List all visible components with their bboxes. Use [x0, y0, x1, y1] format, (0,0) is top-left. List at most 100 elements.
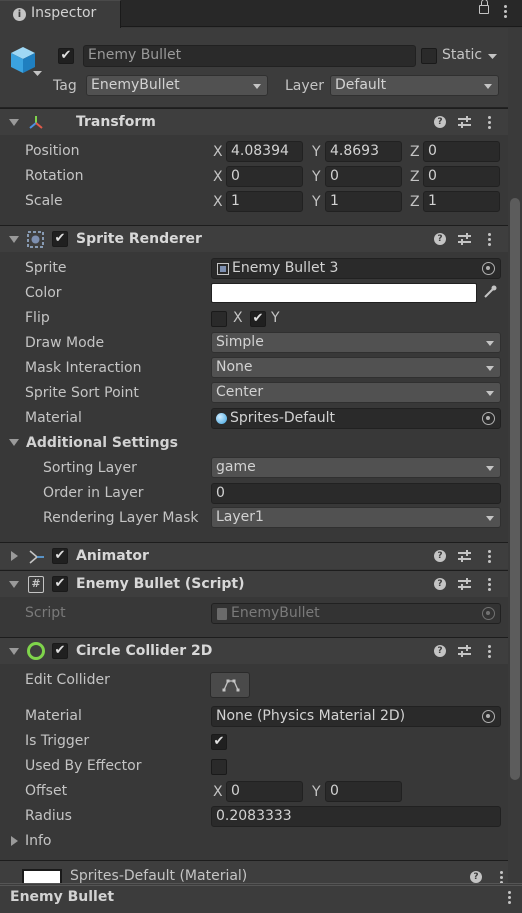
tab-inspector[interactable]: i Inspector [0, 0, 121, 28]
component-title: Circle Collider 2D [76, 643, 213, 659]
help-icon[interactable]: ? [434, 645, 446, 657]
circle-collider-header[interactable]: ✔ Circle Collider 2D ? [0, 637, 522, 664]
scale-label: Scale [25, 193, 63, 209]
mask-interaction-dropdown[interactable]: None [211, 357, 501, 378]
flip-x-label[interactable]: X [233, 310, 243, 326]
static-label[interactable]: Static [442, 47, 482, 63]
script-header[interactable]: # ✔ Enemy Bullet (Script) ? [0, 570, 522, 597]
component-menu-icon[interactable] [488, 578, 491, 591]
edit-collider-button[interactable] [210, 672, 250, 698]
tab-label: Inspector [31, 5, 97, 21]
physics-material-field[interactable]: None (Physics Material 2D) [211, 706, 501, 727]
component-menu-icon[interactable] [488, 550, 491, 563]
used-by-effector-checkbox[interactable] [211, 759, 227, 775]
active-checkbox[interactable]: ✔ [58, 48, 74, 64]
axis-y-label[interactable]: Y [312, 194, 321, 210]
foldout-arrow-icon[interactable] [9, 236, 19, 243]
foldout-arrow-icon[interactable] [11, 551, 18, 561]
axis-x-label[interactable]: X [213, 194, 223, 210]
foldout-arrow-icon[interactable] [9, 119, 19, 126]
component-menu-icon[interactable] [488, 233, 491, 246]
foldout-arrow-icon[interactable] [11, 836, 18, 846]
offset-x-input[interactable]: 0 [226, 781, 303, 802]
position-z-input[interactable]: 0 [423, 141, 500, 162]
radius-input[interactable]: 0.2083333 [211, 806, 501, 827]
gameobject-name-input[interactable]: Enemy Bullet [83, 45, 416, 67]
foldout-arrow-icon[interactable] [9, 439, 19, 447]
order-in-layer-input[interactable]: 0 [211, 483, 501, 504]
flip-x-checkbox[interactable] [211, 311, 227, 327]
lock-icon[interactable] [479, 0, 489, 14]
rotation-z-input[interactable]: 0 [423, 166, 500, 187]
scrollbar-thumb[interactable] [510, 198, 520, 780]
component-menu-icon[interactable] [488, 645, 491, 658]
foldout-arrow-icon[interactable] [9, 648, 19, 655]
transform-header[interactable]: Transform ? [0, 108, 522, 135]
footer-menu-icon[interactable] [508, 891, 511, 904]
presets-icon[interactable] [458, 645, 471, 658]
position-x-input[interactable]: 4.08394 [226, 141, 303, 162]
axis-x-label[interactable]: X [213, 144, 223, 160]
chevron-down-icon[interactable] [33, 71, 42, 77]
script-object-field: EnemyBullet [211, 603, 501, 624]
axis-z-label[interactable]: Z [410, 194, 420, 210]
help-icon[interactable]: ? [434, 116, 446, 128]
sprite-renderer-header[interactable]: ✔ Sprite Renderer ? [0, 225, 522, 252]
component-title: Animator [76, 548, 149, 564]
flip-y-checkbox[interactable]: ✔ [250, 311, 266, 327]
presets-icon[interactable] [458, 550, 471, 563]
axis-y-label[interactable]: Y [312, 144, 321, 160]
material-object-field[interactable]: Sprites-Default [211, 408, 501, 429]
help-icon[interactable]: ? [434, 550, 446, 562]
scale-y-input[interactable]: 1 [325, 191, 402, 212]
resize-handle[interactable] [0, 883, 522, 886]
object-picker-icon[interactable] [482, 710, 495, 723]
axis-z-label[interactable]: Z [410, 144, 420, 160]
draw-mode-dropdown[interactable]: Simple [211, 332, 501, 353]
help-icon[interactable]: ? [434, 233, 446, 245]
scale-z-input[interactable]: 1 [423, 191, 500, 212]
enabled-checkbox[interactable]: ✔ [52, 643, 68, 659]
flip-y-label[interactable]: Y [271, 310, 280, 326]
static-checkbox[interactable] [421, 48, 437, 64]
static-chevron-icon[interactable] [488, 54, 497, 60]
more-options-icon[interactable] [504, 5, 507, 18]
axis-z-label[interactable]: Z [410, 169, 420, 185]
presets-icon[interactable] [458, 578, 471, 591]
color-swatch[interactable] [211, 283, 477, 303]
flip-label: Flip [25, 310, 50, 326]
axis-x-label[interactable]: X [213, 169, 223, 185]
axis-y-label[interactable]: Y [312, 784, 321, 800]
layer-dropdown[interactable]: Default [330, 75, 499, 96]
is-trigger-checkbox[interactable]: ✔ [211, 734, 227, 750]
axis-x-label[interactable]: X [213, 784, 223, 800]
help-icon[interactable]: ? [434, 578, 446, 590]
foldout-arrow-icon[interactable] [9, 581, 19, 588]
position-label: Position [25, 143, 80, 159]
info-foldout[interactable]: Info [25, 833, 52, 849]
additional-settings-foldout[interactable]: Additional Settings [26, 435, 178, 451]
object-picker-icon[interactable] [482, 262, 495, 275]
sprite-object-field[interactable]: Enemy Bullet 3 [211, 258, 501, 279]
enabled-checkbox[interactable]: ✔ [52, 548, 68, 564]
scale-x-input[interactable]: 1 [226, 191, 303, 212]
animator-header[interactable]: ✔ Animator ? [0, 542, 522, 569]
enabled-checkbox[interactable]: ✔ [52, 231, 68, 247]
rotation-x-input[interactable]: 0 [226, 166, 303, 187]
position-y-input[interactable]: 4.8693 [325, 141, 402, 162]
rotation-y-input[interactable]: 0 [325, 166, 402, 187]
presets-icon[interactable] [458, 116, 471, 129]
eyedropper-icon[interactable] [482, 284, 498, 300]
sorting-layer-dropdown[interactable]: game [211, 457, 501, 478]
rendering-layer-mask-dropdown[interactable]: Layer1 [211, 507, 501, 528]
help-icon[interactable]: ? [470, 871, 482, 883]
presets-icon[interactable] [458, 233, 471, 246]
offset-y-input[interactable]: 0 [325, 781, 402, 802]
axis-y-label[interactable]: Y [312, 169, 321, 185]
object-picker-icon[interactable] [482, 412, 495, 425]
enabled-checkbox[interactable]: ✔ [52, 576, 68, 592]
component-menu-icon[interactable] [488, 116, 491, 129]
sprite-sort-point-dropdown[interactable]: Center [211, 382, 501, 403]
material-asset-header[interactable]: Sprites-Default (Material) ? [0, 861, 522, 884]
tag-dropdown[interactable]: EnemyBullet [86, 75, 268, 96]
